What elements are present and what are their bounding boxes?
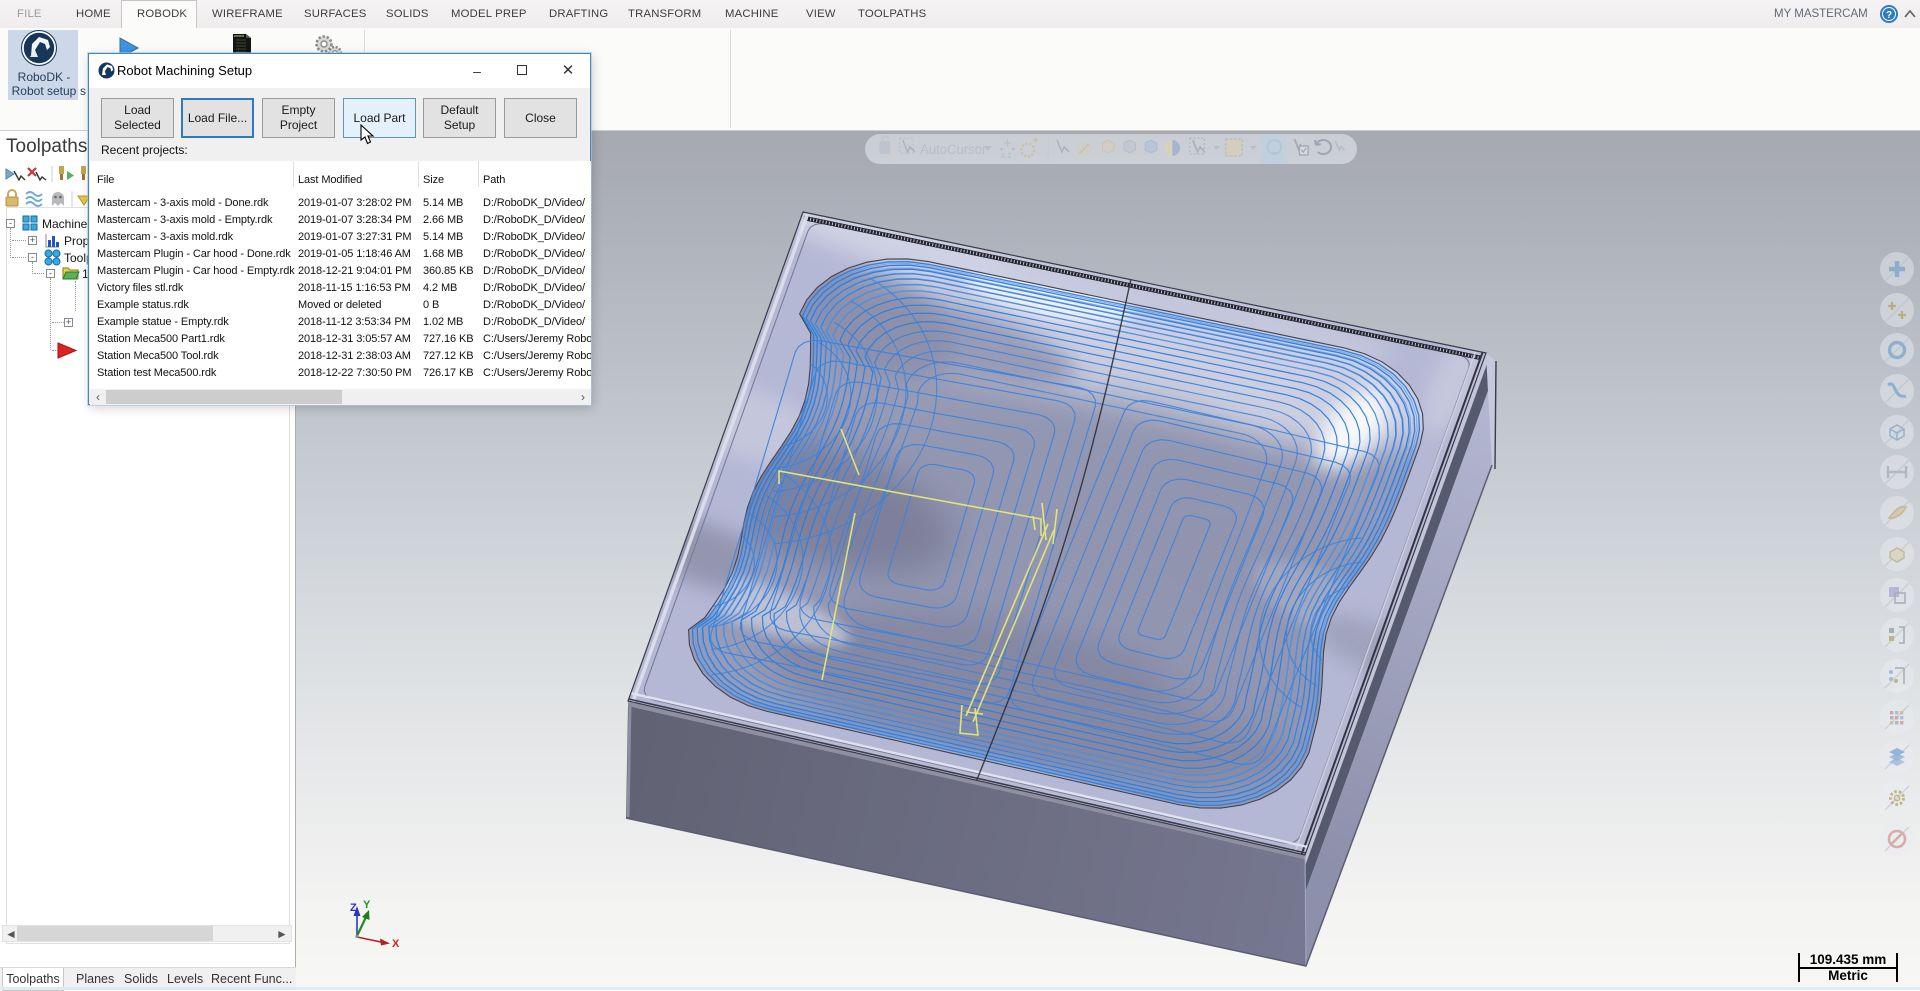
svg-text:AutoCursor: AutoCursor xyxy=(920,142,987,157)
svg-text:X: X xyxy=(392,938,400,950)
svg-text:Y: Y xyxy=(363,899,371,911)
svg-text:x,z: x,z xyxy=(1001,150,1012,160)
svg-text:Z: Z xyxy=(350,902,357,914)
